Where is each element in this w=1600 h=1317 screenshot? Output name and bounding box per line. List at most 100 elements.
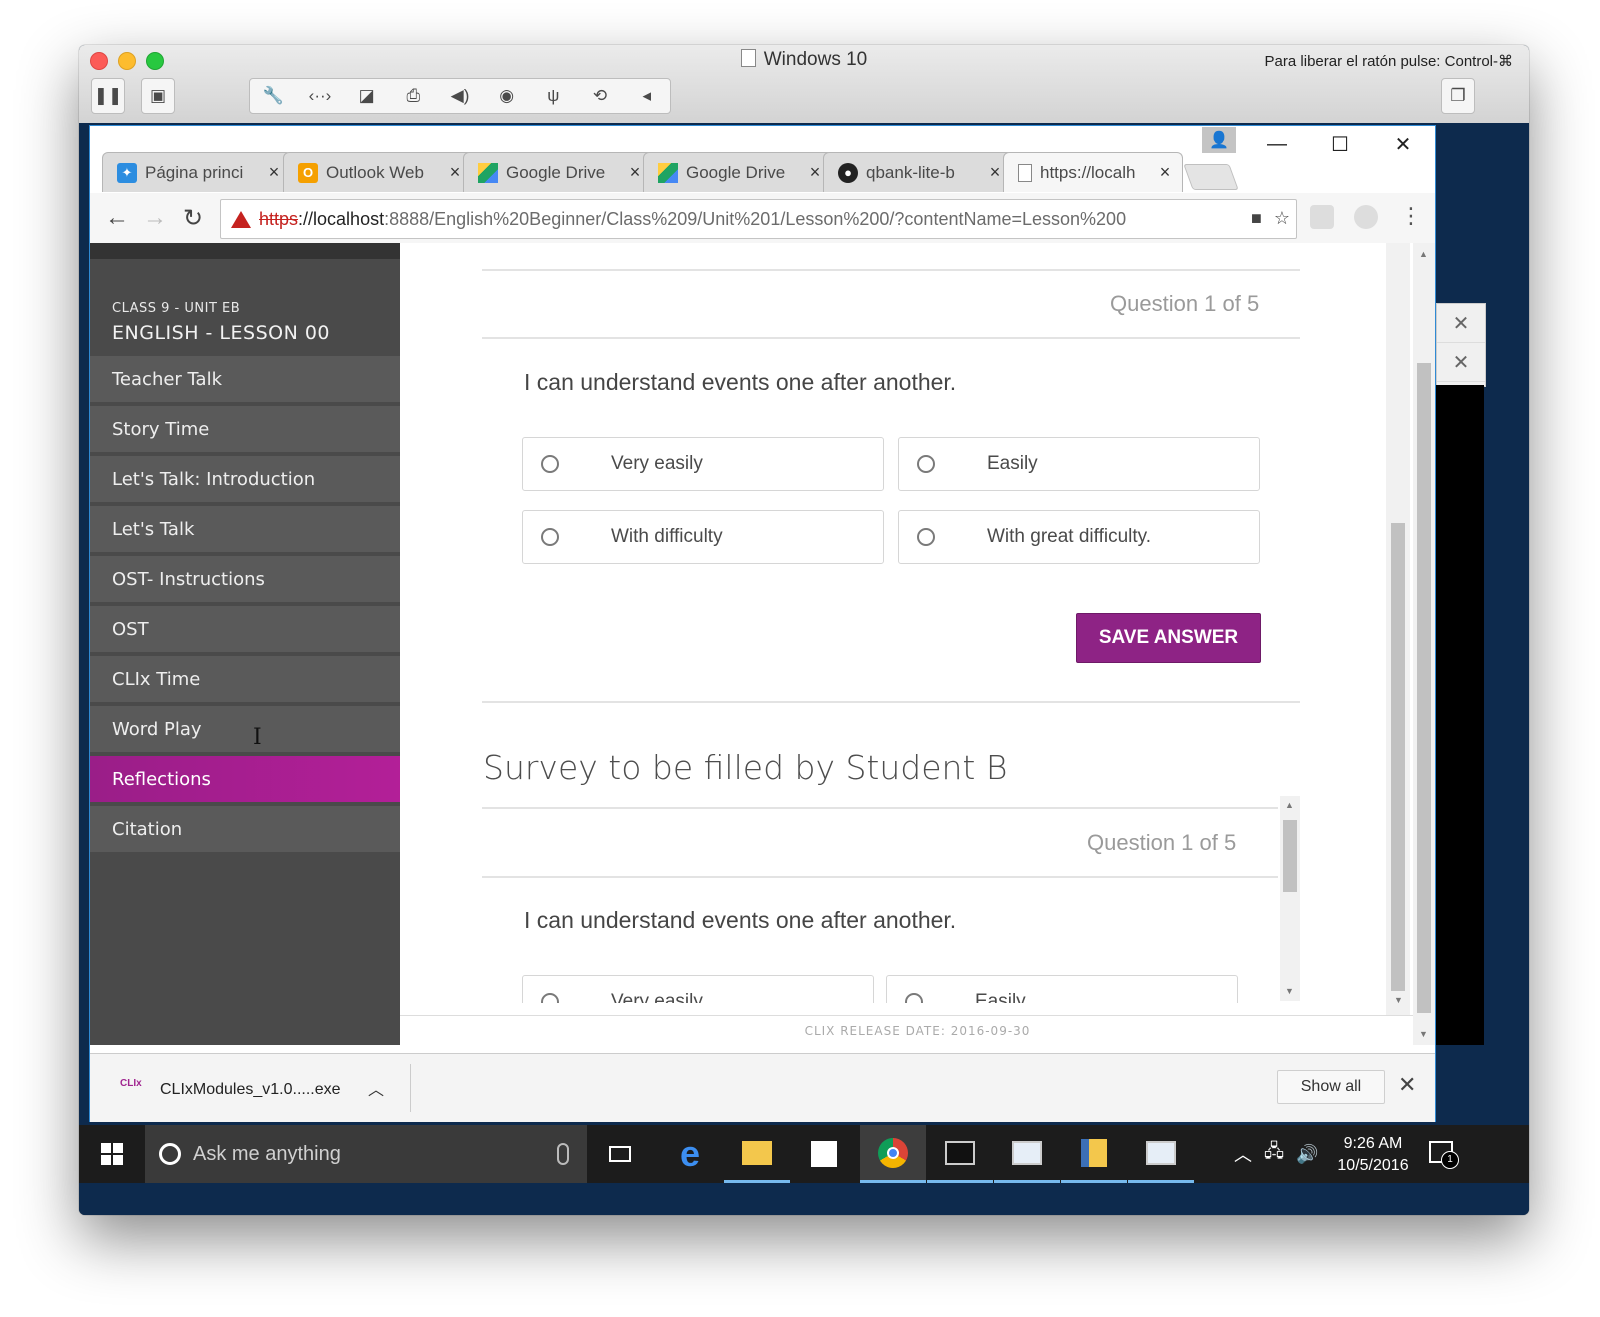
forward-icon[interactable]: → xyxy=(140,203,170,233)
restore-view-button[interactable]: ❐ xyxy=(1441,78,1475,114)
tab[interactable]: Google Drive × xyxy=(463,152,653,192)
sidebar-item-lets-talk[interactable]: Let's Talk xyxy=(90,506,400,552)
show-all-button[interactable]: Show all xyxy=(1277,1070,1385,1104)
chevron-up-icon[interactable]: ︿ xyxy=(368,1076,384,1100)
new-tab-button[interactable] xyxy=(1183,164,1239,190)
tab-label: Outlook Web xyxy=(326,162,424,182)
save-answer-button[interactable]: SAVE ANSWER xyxy=(1076,613,1261,663)
scrollbar-thumb[interactable] xyxy=(1391,523,1405,991)
radio-button[interactable] xyxy=(541,455,559,473)
usb-icon[interactable]: ψ xyxy=(530,79,577,113)
page-scrollbar[interactable]: ▲ ▼ xyxy=(1413,243,1435,1045)
printer-icon[interactable]: ⎙ xyxy=(390,79,437,113)
camera-icon[interactable]: ◉ xyxy=(483,79,530,113)
edge-icon[interactable]: e xyxy=(657,1125,723,1183)
extension-icon[interactable] xyxy=(1310,205,1334,229)
option-very-easily[interactable]: Very easily xyxy=(522,437,884,491)
reload-icon[interactable]: ↻ xyxy=(178,203,208,233)
inner-scrollbar[interactable]: ▲ ▼ xyxy=(1280,796,1300,1001)
close-icon[interactable]: ✕ xyxy=(1398,1072,1416,1098)
close-icon[interactable]: ✕ xyxy=(1437,343,1485,382)
scroll-up-icon[interactable]: ▲ xyxy=(1285,800,1294,810)
task-view-icon[interactable] xyxy=(587,1125,653,1183)
star-icon[interactable]: ☆ xyxy=(1274,208,1290,229)
frame-scrollbar[interactable]: ▼ xyxy=(1386,243,1410,1015)
sidebar-item-teacher-talk[interactable]: Teacher Talk xyxy=(90,356,400,402)
tab[interactable]: ● qbank-lite-b × xyxy=(823,152,1013,192)
close-icon[interactable]: ✕ xyxy=(1437,304,1485,343)
python-app-icon[interactable] xyxy=(1061,1125,1127,1183)
refresh-icon[interactable]: ⟲ xyxy=(577,79,624,113)
option-with-difficulty[interactable]: With difficulty xyxy=(522,510,884,564)
sidebar-item-clix-time[interactable]: CLIx Time xyxy=(90,656,400,702)
sidebar-item-ost[interactable]: OST xyxy=(90,606,400,652)
radio-button[interactable] xyxy=(905,993,923,1003)
tab[interactable]: Google Drive × xyxy=(643,152,833,192)
network-icon[interactable]: 🖧 xyxy=(1264,1139,1284,1169)
profile-icon[interactable]: 👤 xyxy=(1202,127,1236,153)
vm-title-text: Windows 10 xyxy=(763,49,868,70)
close-icon[interactable]: × xyxy=(1156,162,1174,183)
menu-icon[interactable]: ⋮ xyxy=(1400,203,1422,229)
sidebar-item-citation[interactable]: Citation xyxy=(90,806,400,852)
option-easily[interactable]: Easily xyxy=(898,437,1260,491)
close-icon[interactable]: × xyxy=(626,162,644,183)
close-icon[interactable]: × xyxy=(806,162,824,183)
snapshot-button[interactable]: ▣ xyxy=(141,78,175,114)
page-viewport: CLASS 9 - UNIT EB ENGLISH - LESSON 00 Te… xyxy=(90,243,1435,1053)
chevron-left-icon[interactable]: ◂ xyxy=(623,79,670,113)
wrench-icon[interactable]: 🔧 xyxy=(250,79,297,113)
sidebar-item-reflections[interactable]: Reflections xyxy=(90,756,400,802)
scroll-down-icon[interactable]: ▼ xyxy=(1419,1029,1428,1039)
disk-icon[interactable]: ◪ xyxy=(343,79,390,113)
chrome-icon[interactable] xyxy=(860,1125,926,1183)
option-easily[interactable]: Easily xyxy=(886,975,1238,1003)
store-icon[interactable] xyxy=(791,1125,857,1183)
outlook-icon: O xyxy=(298,162,318,183)
tab-active[interactable]: https://localh × xyxy=(1003,152,1183,192)
cortana-search[interactable]: Ask me anything xyxy=(145,1125,587,1183)
sidebar-item-ost-instructions[interactable]: OST- Instructions xyxy=(90,556,400,602)
sidebar-item-story-time[interactable]: Story Time xyxy=(90,406,400,452)
volume-icon[interactable]: 🔊 xyxy=(1296,1144,1318,1165)
radio-button[interactable] xyxy=(541,528,559,546)
download-item[interactable]: CLIxModules_v1.0.....exe xyxy=(160,1081,341,1099)
file-explorer-icon[interactable] xyxy=(724,1125,790,1183)
microphone-icon[interactable] xyxy=(557,1143,569,1165)
sidebar-item-lets-talk-introduction[interactable]: Let's Talk: Introduction xyxy=(90,456,400,502)
address-bar[interactable]: https://localhost:8888/English%20Beginne… xyxy=(220,199,1297,239)
chevron-up-icon[interactable]: ︿ xyxy=(1234,1141,1252,1167)
close-icon[interactable]: × xyxy=(446,162,464,183)
sidebar-item-word-play[interactable]: Word Play xyxy=(90,706,400,752)
pause-button[interactable]: ❚❚ xyxy=(91,78,125,114)
extension-icon[interactable] xyxy=(1354,205,1378,229)
camera-icon[interactable]: ■ xyxy=(1251,208,1262,229)
scrollbar-thumb[interactable] xyxy=(1417,363,1431,1013)
terminal-icon[interactable] xyxy=(927,1125,993,1183)
google-drive-icon xyxy=(478,162,498,183)
close-icon[interactable]: × xyxy=(265,162,283,183)
window-app-icon[interactable] xyxy=(994,1125,1060,1183)
action-center-icon[interactable]: 1 xyxy=(1429,1141,1459,1169)
code-icon[interactable]: ‹··› xyxy=(297,79,344,113)
option-with-great-difficulty[interactable]: With great difficulty. xyxy=(898,510,1260,564)
speaker-icon[interactable]: ◀) xyxy=(437,79,484,113)
maximize-icon[interactable]: ☐ xyxy=(1310,126,1370,162)
scroll-up-icon[interactable]: ▲ xyxy=(1419,249,1428,259)
scroll-down-icon[interactable]: ▼ xyxy=(1394,995,1403,1005)
close-icon[interactable]: ✕ xyxy=(1373,126,1433,162)
back-icon[interactable]: ← xyxy=(102,203,132,233)
option-very-easily[interactable]: Very easily xyxy=(522,975,874,1003)
tab[interactable]: ✦ Página princi × xyxy=(102,152,292,192)
radio-button[interactable] xyxy=(917,455,935,473)
tab[interactable]: O Outlook Web × xyxy=(283,152,473,192)
radio-button[interactable] xyxy=(541,993,559,1003)
window-app-icon[interactable] xyxy=(1128,1125,1194,1183)
clock[interactable]: 9:26 AM 10/5/2016 xyxy=(1334,1133,1412,1177)
radio-button[interactable] xyxy=(917,528,935,546)
start-button[interactable] xyxy=(79,1125,145,1183)
minimize-icon[interactable]: — xyxy=(1247,126,1307,162)
scroll-down-icon[interactable]: ▼ xyxy=(1285,986,1294,996)
scrollbar-thumb[interactable] xyxy=(1283,820,1297,892)
close-icon[interactable]: × xyxy=(986,162,1004,183)
